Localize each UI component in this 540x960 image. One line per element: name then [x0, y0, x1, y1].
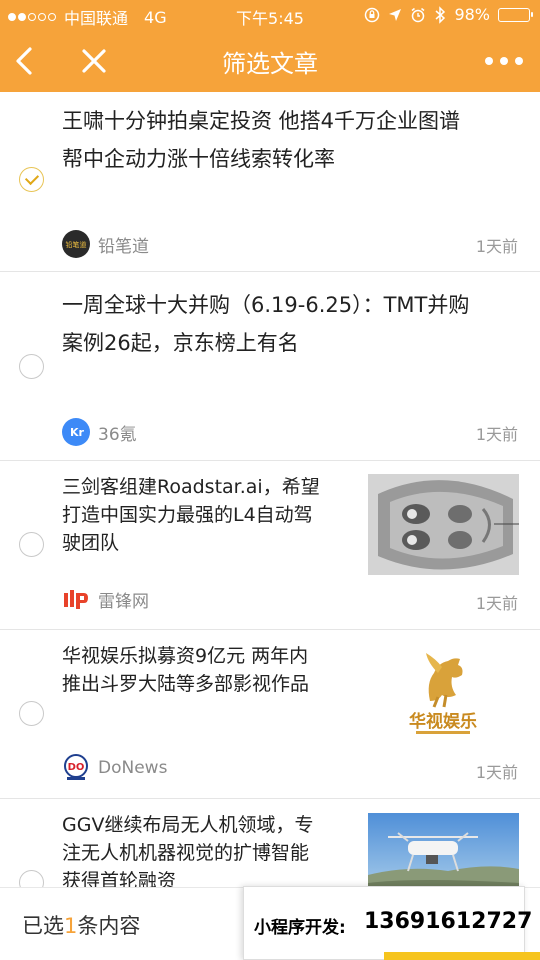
article-title: 华视娱乐拟募资9亿元 两年内 推出斗罗大陆等多部影视作品 — [62, 645, 310, 695]
battery-icon — [498, 7, 533, 22]
more-dots-icon[interactable] — [484, 52, 524, 70]
contact-watermark: 小程序开发: 13691612727 — [243, 886, 532, 960]
select-checkbox[interactable] — [19, 354, 44, 379]
source-name: 雷锋网 — [98, 591, 149, 612]
select-checkbox[interactable] — [19, 532, 44, 557]
rotation-lock-icon — [365, 7, 380, 22]
article-source: Kr 36氪 — [62, 418, 137, 446]
article-item[interactable]: 王啸十分钟拍桌定投资 他搭4千万企业图谱 帮中企动力涨十倍线索转化率 铅笔道 铅… — [0, 92, 540, 272]
alarm-icon — [411, 7, 425, 22]
selected-count: 1 — [64, 914, 78, 938]
huashi-yule-logo-image: 华视娱乐 — [368, 643, 519, 744]
36kr-logo-icon: Kr — [62, 418, 90, 446]
article-title: GGV继续布局无人机领域，专 注无人机机器视觉的扩博智能 获得首轮融资 — [62, 814, 314, 892]
nav-bar: 筛选文章 — [0, 30, 540, 92]
article-item[interactable]: 三剑客组建Roadstar.ai，希望 打造中国实力最强的L4自动驾 驶团队 雷… — [0, 461, 540, 630]
source-name: 铅笔道 — [98, 236, 149, 257]
watermark-phone: 13691612727 — [364, 909, 533, 934]
article-source: 铅笔道 铅笔道 — [62, 230, 149, 258]
page-title: 筛选文章 — [222, 50, 318, 78]
svg-text:Kr: Kr — [70, 426, 85, 439]
status-bar: 中国联通 4G 下午5:45 98% — [0, 0, 540, 30]
battery-percent: 98% — [454, 5, 490, 24]
location-icon — [389, 8, 402, 21]
drone-image — [368, 813, 519, 893]
leiphone-logo-icon — [64, 590, 88, 609]
qianbidao-logo-icon: 铅笔道 — [62, 230, 90, 258]
article-list: 王啸十分钟拍桌定投资 他搭4千万企业图谱 帮中企动力涨十倍线索转化率 铅笔道 铅… — [0, 92, 540, 919]
svg-text:铅笔道: 铅笔道 — [66, 240, 87, 249]
svg-text:DO: DO — [68, 762, 85, 773]
article-time: 1天前 — [475, 763, 518, 782]
article-time: 1天前 — [475, 237, 518, 256]
selected-count-label: 已选1条内容 — [22, 914, 141, 938]
bluetooth-icon — [435, 5, 446, 24]
source-name: 36氪 — [98, 424, 137, 445]
article-title: 王啸十分钟拍桌定投资 他搭4千万企业图谱 帮中企动力涨十倍线索转化率 — [62, 109, 461, 171]
article-time: 1天前 — [475, 594, 518, 613]
select-checkbox[interactable] — [19, 167, 44, 192]
article-item[interactable]: 一周全球十大并购（6.19-6.25）：TMT并购 案例26起，京东榜上有名 K… — [0, 272, 540, 461]
svg-text:华视娱乐: 华视娱乐 — [409, 711, 477, 732]
status-right: 98% — [364, 5, 533, 24]
article-item[interactable]: 华视娱乐拟募资9亿元 两年内 推出斗罗大陆等多部影视作品 华视娱乐 DO DoN… — [0, 630, 540, 799]
donews-logo-icon: DO — [64, 754, 88, 780]
car-interior-image — [368, 474, 519, 575]
select-checkbox[interactable] — [19, 701, 44, 726]
article-title: 三剑客组建Roadstar.ai，希望 打造中国实力最强的L4自动驾 驶团队 — [62, 476, 320, 554]
article-source: DO DoNews — [62, 754, 167, 782]
watermark-label: 小程序开发: — [254, 918, 346, 938]
article-title: 一周全球十大并购（6.19-6.25）：TMT并购 案例26起，京东榜上有名 — [62, 293, 470, 355]
article-time: 1天前 — [475, 425, 518, 444]
source-name: DoNews — [98, 758, 168, 778]
watermark-accent-bar — [384, 952, 540, 960]
article-source: 雷锋网 — [62, 585, 149, 613]
